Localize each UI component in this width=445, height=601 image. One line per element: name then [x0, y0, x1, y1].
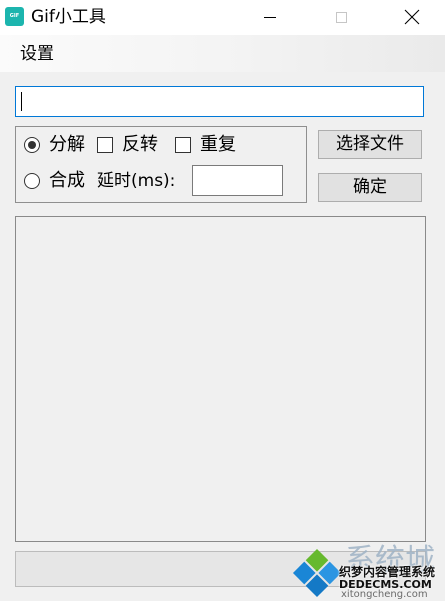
- text-caret: [21, 92, 22, 111]
- split-radio-label: 分解: [49, 134, 85, 155]
- delay-label: 延时(ms):: [97, 171, 176, 191]
- reverse-checkbox[interactable]: 反转: [97, 134, 161, 156]
- path-input[interactable]: [15, 86, 424, 117]
- minimize-icon: [264, 17, 276, 18]
- compose-radio-label: 合成: [49, 170, 85, 191]
- gif-tool-window: GIF Gif小工具 设置 分解 反转 重复 合成 延时(ms): 选择文件 确…: [0, 0, 445, 601]
- watermark: 系统城 织梦内容管理系统 DEDECMS.COM xitongcheng.com: [286, 543, 445, 601]
- title-bar[interactable]: GIF Gif小工具: [0, 0, 445, 35]
- reverse-checkbox-box[interactable]: [97, 137, 113, 153]
- minimize-button[interactable]: [237, 0, 306, 35]
- compose-radio[interactable]: 合成: [24, 170, 88, 192]
- output-list[interactable]: [15, 216, 426, 542]
- choose-file-button[interactable]: 选择文件: [318, 130, 422, 159]
- xitongcheng-logo-icon: [292, 548, 342, 598]
- repeat-checkbox-label: 重复: [200, 134, 236, 155]
- repeat-checkbox[interactable]: 重复: [175, 134, 239, 156]
- window-title: Gif小工具: [31, 7, 106, 27]
- mode-groupbox: 分解 反转 重复 合成 延时(ms):: [15, 126, 307, 203]
- split-radio-indicator[interactable]: [24, 137, 40, 153]
- watermark-line3: xitongcheng.com: [341, 589, 428, 600]
- reverse-checkbox-label: 反转: [122, 134, 158, 155]
- gif-app-icon: GIF: [5, 7, 24, 26]
- compose-radio-indicator[interactable]: [24, 173, 40, 189]
- delay-input[interactable]: [192, 165, 283, 196]
- watermark-line1: 织梦内容管理系统: [339, 565, 436, 579]
- menu-item-settings[interactable]: 设置: [14, 42, 60, 66]
- maximize-button: [307, 0, 376, 35]
- close-button[interactable]: [378, 0, 445, 35]
- menu-bar: 设置: [0, 35, 445, 72]
- split-radio[interactable]: 分解: [24, 134, 88, 156]
- confirm-button[interactable]: 确定: [318, 173, 422, 202]
- close-icon: [404, 9, 420, 25]
- maximize-icon: [336, 12, 347, 23]
- repeat-checkbox-box[interactable]: [175, 137, 191, 153]
